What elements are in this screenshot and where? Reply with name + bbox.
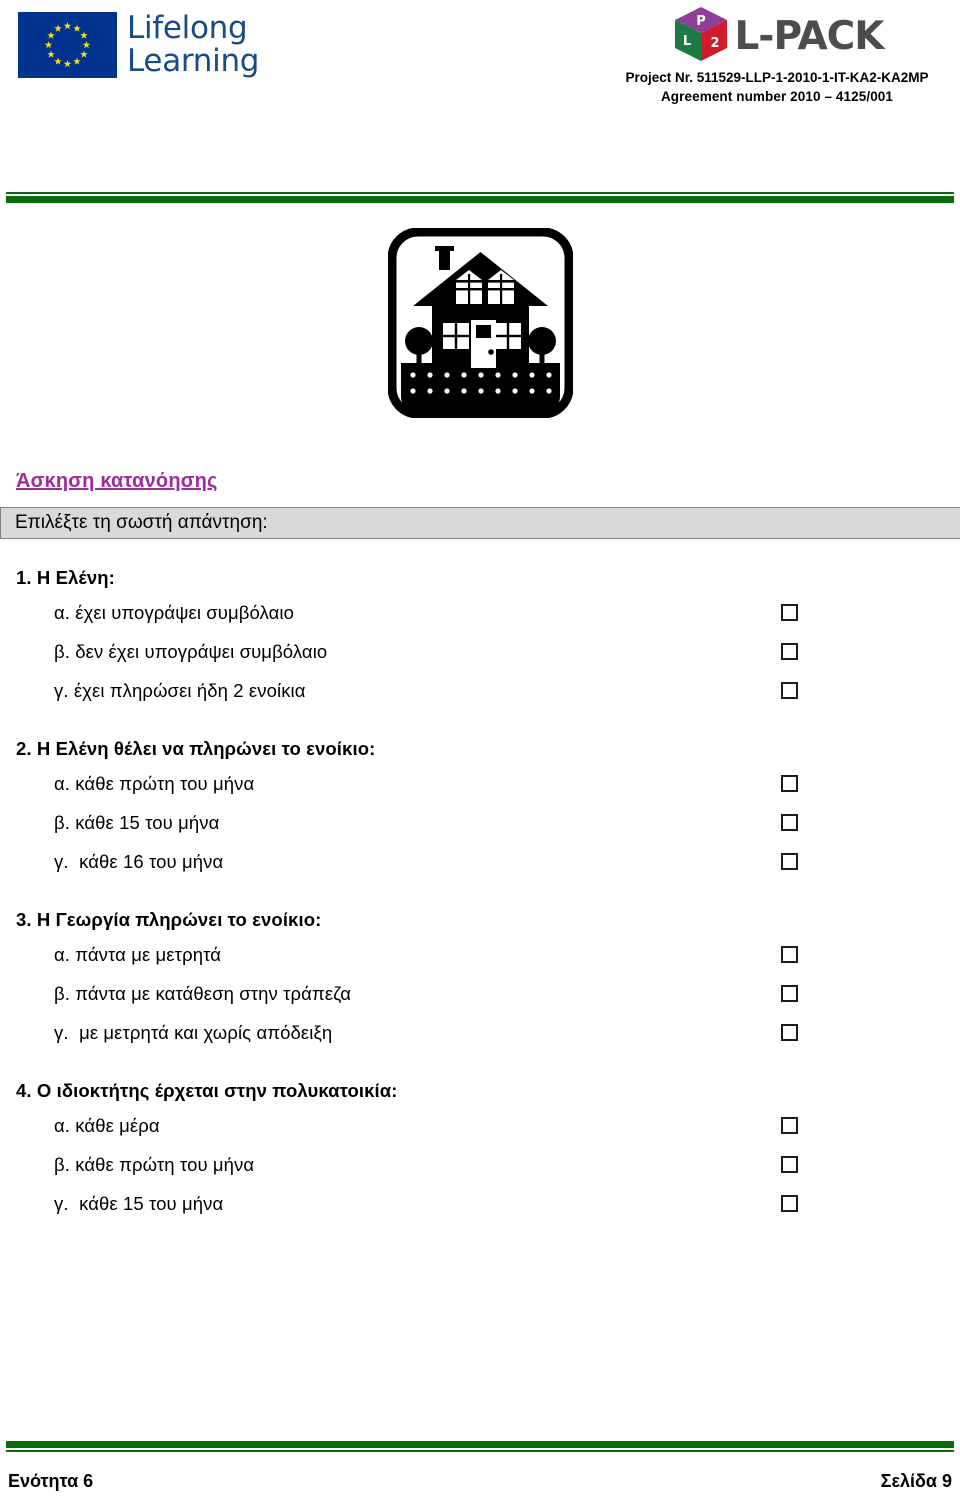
- option-label: β. πάντα με κατάθεση στην τράπεζα: [54, 982, 351, 1004]
- question-1-title: 1. Η Ελένη:: [16, 567, 115, 588]
- option-checkbox[interactable]: [781, 1195, 798, 1212]
- option-label: α. κάθε πρώτη του μήνα: [54, 772, 255, 794]
- option-label: γ. κάθε 15 του μήνα: [54, 1192, 224, 1214]
- divider-thick-line: [6, 1441, 954, 1448]
- page-header: Lifelong Learning P L 2 L-PACK Project N…: [0, 0, 960, 170]
- lpack-branding: P L 2 L-PACK Project Nr. 511529-LLP-1-20…: [612, 6, 942, 106]
- option-label: β. κάθε πρώτη του μήνα: [54, 1153, 255, 1175]
- question-4-options: α. κάθε μέρα β. κάθε πρώτη του μήνα γ. κ…: [0, 1106, 960, 1223]
- option-row[interactable]: β. δεν έχει υπογράψει συμβόλαιο: [0, 632, 960, 671]
- instruction-text: Επιλέξτε τη σωστή απάντηση:: [15, 512, 268, 533]
- option-label: γ. με μετρητά και χωρίς απόδειξη: [54, 1021, 333, 1043]
- lifelong-learning-wordmark: Lifelong Learning: [127, 10, 260, 79]
- option-label: γ. έχει πληρώσει ήδη 2 ενοίκια: [54, 679, 306, 701]
- svg-text:L: L: [683, 34, 691, 49]
- page-title: Άσκηση κατανόησης: [16, 470, 218, 492]
- page-footer: Ενότητα 6 Σελίδα 9: [8, 1471, 952, 1492]
- svg-text:2: 2: [711, 36, 720, 51]
- footer-divider: [6, 1441, 954, 1452]
- project-number: Project Nr. 511529-LLP-1-2010-1-IT-KA2-K…: [625, 70, 929, 85]
- option-row[interactable]: γ. έχει πληρώσει ήδη 2 ενοίκια: [0, 671, 960, 710]
- instruction-bar: Επιλέξτε τη σωστή απάντηση:: [0, 507, 960, 539]
- option-row[interactable]: γ. με μετρητά και χωρίς απόδειξη: [0, 1013, 960, 1052]
- option-checkbox[interactable]: [781, 985, 798, 1002]
- option-checkbox[interactable]: [781, 853, 798, 870]
- header-divider: [6, 192, 954, 203]
- option-row[interactable]: β. κάθε 15 του μήνα: [0, 803, 960, 842]
- option-label: β. κάθε 15 του μήνα: [54, 811, 220, 833]
- lpack-cube-icon: P L 2: [670, 5, 732, 70]
- option-checkbox[interactable]: [781, 1024, 798, 1041]
- option-label: β. δεν έχει υπογράψει συμβόλαιο: [54, 640, 328, 662]
- question-2-options: α. κάθε πρώτη του μήνα β. κάθε 15 του μή…: [0, 764, 960, 881]
- option-label: γ. κάθε 16 του μήνα: [54, 850, 224, 872]
- question-1: 1. Η Ελένη: α. έχει υπογράψει συμβόλαιο …: [0, 567, 960, 710]
- footer-page-label: Σελίδα 9: [880, 1471, 952, 1491]
- option-label: α. πάντα με μετρητά: [54, 943, 222, 965]
- option-checkbox[interactable]: [781, 643, 798, 660]
- option-row[interactable]: β. πάντα με κατάθεση στην τράπεζα: [0, 974, 960, 1013]
- footer-unit-label: Ενότητα 6: [8, 1471, 94, 1491]
- option-label: α. έχει υπογράψει συμβόλαιο: [54, 601, 295, 623]
- section-heading-wrap: Άσκηση κατανόησης: [0, 470, 960, 507]
- option-row[interactable]: γ. κάθε 16 του μήνα: [0, 842, 960, 881]
- option-row[interactable]: α. έχει υπογράψει συμβόλαιο: [0, 593, 960, 632]
- option-row[interactable]: α. κάθε μέρα: [0, 1106, 960, 1145]
- divider-thick-line: [6, 196, 954, 203]
- question-3-title: 3. Η Γεωργία πληρώνει το ενοίκιο:: [16, 909, 322, 930]
- question-4-title: 4. Ο ιδιοκτήτης έρχεται στην πολυκατοικί…: [16, 1080, 398, 1101]
- option-checkbox[interactable]: [781, 1117, 798, 1134]
- option-checkbox[interactable]: [781, 775, 798, 792]
- option-row[interactable]: α. πάντα με μετρητά: [0, 935, 960, 974]
- option-checkbox[interactable]: [781, 946, 798, 963]
- question-3: 3. Η Γεωργία πληρώνει το ενοίκιο: α. πάν…: [0, 909, 960, 1052]
- house-pictogram-icon: [387, 228, 573, 418]
- option-row[interactable]: α. κάθε πρώτη του μήνα: [0, 764, 960, 803]
- lpack-wordmark: L-PACK: [734, 14, 884, 59]
- option-label: α. κάθε μέρα: [54, 1114, 160, 1136]
- option-row[interactable]: β. κάθε πρώτη του μήνα: [0, 1145, 960, 1184]
- main-content: Άσκηση κατανόησης Επιλέξτε τη σωστή απάν…: [0, 470, 960, 1223]
- question-2-title: 2. Η Ελένη θέλει να πληρώνει το ενοίκιο:: [16, 738, 376, 759]
- option-checkbox[interactable]: [781, 682, 798, 699]
- option-checkbox[interactable]: [781, 814, 798, 831]
- divider-thin-line: [6, 1450, 954, 1452]
- agreement-number: Agreement number 2010 – 4125/001: [660, 89, 894, 104]
- house-illustration: [0, 228, 960, 418]
- option-checkbox[interactable]: [781, 1156, 798, 1173]
- eu-lifelong-learning-logo: Lifelong Learning: [18, 12, 259, 78]
- question-2: 2. Η Ελένη θέλει να πληρώνει το ενοίκιο:…: [0, 738, 960, 881]
- question-4: 4. Ο ιδιοκτήτης έρχεται στην πολυκατοικί…: [0, 1080, 960, 1223]
- question-3-options: α. πάντα με μετρητά β. πάντα με κατάθεση…: [0, 935, 960, 1052]
- lpack-logo: P L 2 L-PACK: [612, 6, 942, 68]
- svg-text:P: P: [697, 14, 707, 29]
- eu-flag-icon: [18, 12, 117, 78]
- question-1-options: α. έχει υπογράψει συμβόλαιο β. δεν έχει …: [0, 593, 960, 710]
- option-checkbox[interactable]: [781, 604, 798, 621]
- option-row[interactable]: γ. κάθε 15 του μήνα: [0, 1184, 960, 1223]
